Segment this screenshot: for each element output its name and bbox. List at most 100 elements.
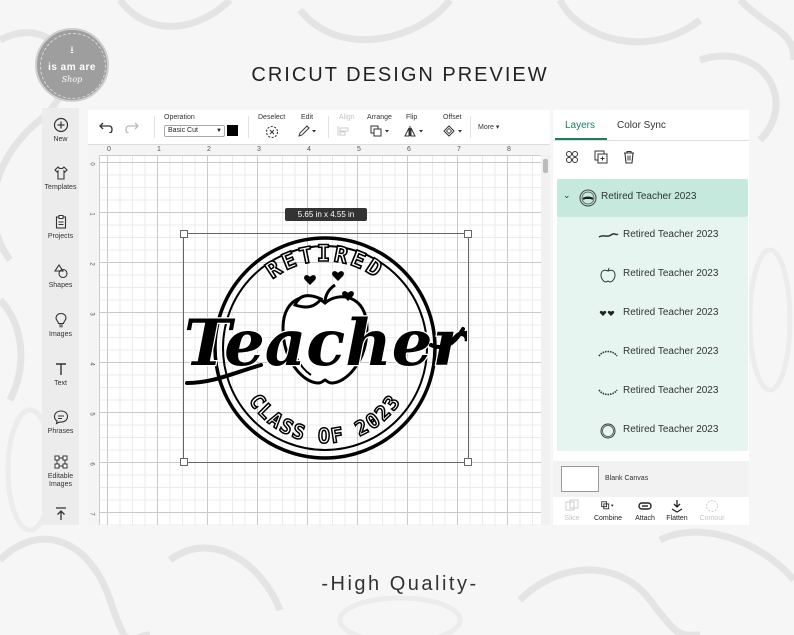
resize-handle-top-left[interactable] <box>180 230 188 238</box>
more-menu[interactable]: More ▾ <box>478 123 499 131</box>
slice-button[interactable]: Slice <box>554 497 590 522</box>
sidebar-item-label: Shapes <box>48 282 73 289</box>
layer-item[interactable]: Retired Teacher 2023 <box>557 412 748 451</box>
selection-box[interactable] <box>180 230 472 466</box>
arc-text-bottom-thumb-icon <box>598 389 618 396</box>
panel-tabs: Layers Color Sync <box>553 110 749 141</box>
offset-icon[interactable] <box>443 125 465 137</box>
slice-icon <box>565 499 579 511</box>
tab-color-sync[interactable]: Color Sync <box>617 120 666 131</box>
ruler-mark: 7 <box>88 512 95 516</box>
resize-handle-top-right[interactable] <box>464 230 472 238</box>
ruler-mark: 7 <box>457 146 461 153</box>
flatten-label: Flatten <box>666 515 688 522</box>
blank-canvas-thumb <box>561 466 599 492</box>
ruler-mark: 8 <box>507 146 511 153</box>
ruler-mark: 3 <box>257 146 261 153</box>
operation-label: Operation <box>164 114 195 121</box>
duplicate-icon[interactable] <box>594 150 608 164</box>
sidebar-item-projects[interactable]: Projects <box>42 214 79 241</box>
dimension-tooltip: 5.65 in x 4.55 in <box>285 208 367 221</box>
toolbar-divider <box>154 116 155 138</box>
contour-label: Contour <box>699 515 725 522</box>
sidebar-item-templates[interactable]: Templates <box>42 165 79 192</box>
align-label: Align <box>339 114 355 121</box>
upload-icon <box>55 507 66 520</box>
left-sidebar: New Templates Projects Shapes Images Tex… <box>42 108 79 525</box>
edit-pen-icon[interactable] <box>298 125 318 137</box>
sidebar-item-text[interactable]: Text <box>42 361 79 388</box>
resize-handle-bottom-right[interactable] <box>464 458 472 466</box>
layer-item[interactable]: Retired Teacher 2023 <box>557 217 748 256</box>
toolbar-divider <box>328 116 329 138</box>
resize-handle-bottom-left[interactable] <box>180 458 188 466</box>
sidebar-item-label: New <box>53 136 68 143</box>
scrollbar-thumb[interactable] <box>543 159 548 173</box>
contour-button[interactable]: Contour <box>694 497 730 522</box>
sidebar-upload-button[interactable] <box>42 506 79 522</box>
ruler-mark: 3 <box>88 312 95 316</box>
layer-name: Retired Teacher 2023 <box>623 346 719 357</box>
undo-icon[interactable] <box>98 121 114 133</box>
layer-item[interactable]: Retired Teacher 2023 <box>557 334 748 373</box>
sidebar-item-images[interactable]: Images <box>42 312 79 339</box>
quality-caption: -High Quality- <box>321 573 479 595</box>
tab-layers[interactable]: Layers <box>565 120 595 131</box>
sidebar-item-label: Projects <box>47 233 74 240</box>
layer-name: Retired Teacher 2023 <box>623 424 719 435</box>
more-label: More <box>478 124 494 131</box>
vertical-scrollbar[interactable] <box>541 155 550 525</box>
chevron-down-icon: ▼ <box>216 128 222 134</box>
blank-canvas-label: Blank Canvas <box>605 475 649 482</box>
ruler-mark: 0 <box>107 146 111 153</box>
layer-name: Retired Teacher 2023 <box>623 307 719 318</box>
arrange-label: Arrange <box>367 114 392 121</box>
layer-item[interactable]: Retired Teacher 2023 <box>557 256 748 295</box>
operation-select[interactable]: Basic Cut ▼ <box>164 125 225 137</box>
sidebar-item-label: Templates <box>44 184 77 191</box>
sidebar-item-label: Editable Images <box>47 473 74 488</box>
layer-bottom-tools: Slice Combine Attach Flatten Contour <box>553 497 749 525</box>
clipboard-icon <box>55 215 66 229</box>
blank-canvas-row[interactable]: Blank Canvas <box>553 461 749 497</box>
contour-icon <box>706 500 718 512</box>
deselect-label: Deselect <box>258 114 286 121</box>
flatten-icon <box>671 500 683 513</box>
layer-group-row[interactable]: ⌄ Retired Teacher 2023 <box>557 179 748 217</box>
color-swatch[interactable] <box>227 125 238 136</box>
flip-icon[interactable] <box>404 125 426 137</box>
deselect-icon[interactable] <box>265 125 279 139</box>
offset-label: Offset <box>443 114 462 121</box>
redo-icon[interactable] <box>124 121 140 133</box>
sidebar-item-new[interactable]: New <box>42 117 79 144</box>
shapes-icon <box>53 264 68 279</box>
shop-logo: ⭳ is am are Shop <box>35 28 109 102</box>
ruler-mark: 4 <box>307 146 311 153</box>
layer-item[interactable]: Retired Teacher 2023 <box>557 295 748 334</box>
vector-edit-icon <box>54 455 67 469</box>
combine-button[interactable]: Combine <box>590 497 626 522</box>
active-tab-indicator <box>555 138 607 140</box>
apple-thumb-icon <box>600 267 616 283</box>
sidebar-item-editable-images[interactable]: Editable Images <box>42 454 79 489</box>
logo-name: is am are <box>48 62 96 73</box>
top-toolbar: Operation Basic Cut ▼ Deselect Edit Alig… <box>88 110 550 145</box>
sidebar-item-phrases[interactable]: Phrases <box>42 409 79 436</box>
operation-value: Basic Cut <box>168 127 198 134</box>
group-icon[interactable] <box>565 150 579 164</box>
layer-group-name: Retired Teacher 2023 <box>601 191 697 202</box>
hearts-thumb-icon <box>599 310 615 316</box>
combine-icon <box>601 501 614 510</box>
flatten-button[interactable]: Flatten <box>659 497 695 522</box>
ruler-mark: 5 <box>357 146 361 153</box>
sidebar-item-shapes[interactable]: Shapes <box>42 263 79 290</box>
plus-circle-icon <box>53 117 68 133</box>
layer-item[interactable]: Retired Teacher 2023 <box>557 373 748 412</box>
ruler-mark: 2 <box>207 146 211 153</box>
chevron-down-icon[interactable]: ⌄ <box>563 190 571 201</box>
attach-button[interactable]: Attach <box>627 497 663 522</box>
lightbulb-icon <box>54 312 67 328</box>
ruler-mark: 1 <box>88 212 95 216</box>
arrange-icon[interactable] <box>370 125 392 137</box>
trash-icon[interactable] <box>622 150 636 164</box>
